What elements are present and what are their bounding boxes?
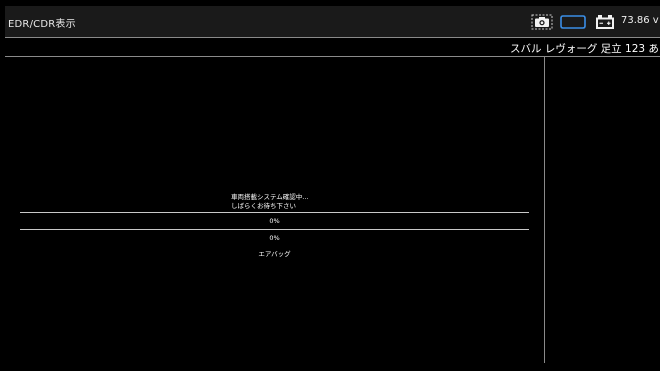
- overall-progress-percent: 0%: [269, 217, 280, 225]
- voltage-readout: 73.86 v: [621, 15, 659, 26]
- vehicle-info: スバル レヴォーグ 足立 123 あ 56-78: [510, 43, 660, 55]
- divider: [20, 212, 529, 213]
- item-progress-percent: 0%: [269, 234, 280, 242]
- vehicle-info-bar: スバル レヴォーグ 足立 123 あ 56-78: [5, 37, 660, 57]
- wait-message: しばらくお待ち下さい: [231, 202, 296, 210]
- screen: EDR/CDR表示 73.86 v スバル レヴォーグ 足立 123 あ 56-…: [0, 0, 660, 371]
- connection-icon[interactable]: [559, 14, 587, 30]
- camera-icon[interactable]: [531, 14, 553, 30]
- panel-divider: [544, 57, 545, 363]
- app-title: EDR/CDR表示: [8, 19, 76, 30]
- title-bar: EDR/CDR表示 73.86 v: [5, 6, 660, 37]
- divider: [20, 229, 529, 230]
- current-system-label: エアバッグ: [258, 250, 291, 258]
- battery-icon: [596, 15, 614, 29]
